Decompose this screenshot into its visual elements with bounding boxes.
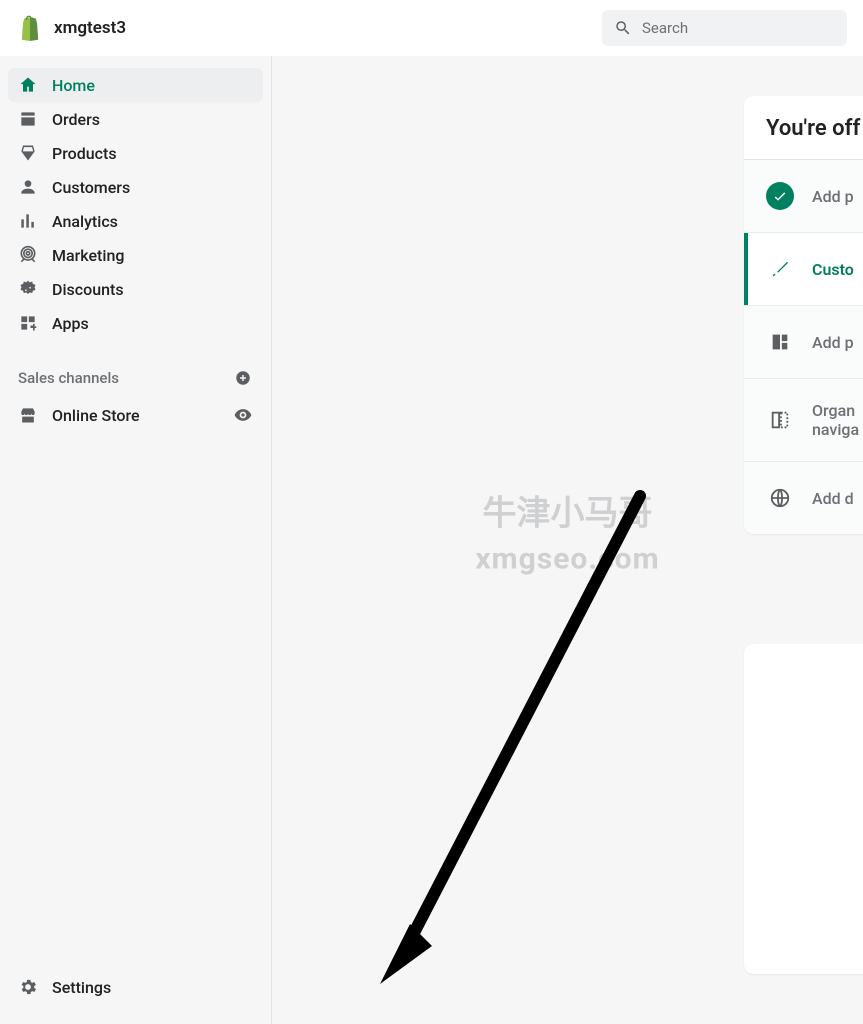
store-name: xmgtest3 xyxy=(54,18,126,38)
search-input[interactable]: Search xyxy=(602,10,847,46)
organize-icon xyxy=(766,406,794,434)
search-icon xyxy=(614,19,632,37)
setup-card-title: You're off xyxy=(744,96,863,160)
globe-icon xyxy=(766,484,794,512)
discounts-icon xyxy=(18,279,38,299)
settings-label: Settings xyxy=(52,978,111,997)
analytics-icon xyxy=(18,211,38,231)
home-icon xyxy=(18,75,38,95)
store-icon xyxy=(18,405,38,425)
sales-channels-label: Sales channels xyxy=(18,369,119,387)
setup-row-label: Custo xyxy=(812,260,854,279)
nav-list: Home Orders Products Customers xyxy=(8,68,263,340)
gear-icon xyxy=(18,977,38,997)
sidebar-item-customers[interactable]: Customers xyxy=(8,170,263,204)
secondary-card xyxy=(744,644,863,974)
setup-row-label: Add d xyxy=(812,489,854,508)
setup-row-label: Add p xyxy=(812,187,854,206)
setup-row-customize[interactable]: Custo xyxy=(744,233,863,306)
setup-row-add-domain[interactable]: Add d xyxy=(744,462,863,534)
shopify-logo-icon xyxy=(16,14,44,42)
setup-row-add-product[interactable]: Add p xyxy=(744,160,863,233)
settings-link[interactable]: Settings xyxy=(8,970,263,1004)
sidebar-item-label: Home xyxy=(52,76,95,95)
sidebar-item-label: Discounts xyxy=(52,280,124,299)
setup-row-label: Organ naviga xyxy=(812,401,859,439)
annotation-arrow-icon xyxy=(362,486,652,996)
search-placeholder-text: Search xyxy=(642,19,688,37)
pages-icon xyxy=(766,328,794,356)
sidebar-item-label: Apps xyxy=(52,314,89,333)
watermark-line1: 牛津小马哥 xyxy=(475,491,659,539)
sidebar-item-apps[interactable]: Apps xyxy=(8,306,263,340)
view-store-button[interactable] xyxy=(233,405,253,425)
add-channel-button[interactable] xyxy=(233,368,253,388)
sidebar-item-discounts[interactable]: Discounts xyxy=(8,272,263,306)
products-icon xyxy=(18,143,38,163)
watermark-line2: xmgseo.com xyxy=(475,538,659,580)
sidebar-item-marketing[interactable]: Marketing xyxy=(8,238,263,272)
main-content: 牛津小马哥 xmgseo.com You're off Add p Custo xyxy=(272,56,863,1024)
sidebar-item-label: Customers xyxy=(52,178,130,197)
sidebar-item-home[interactable]: Home xyxy=(8,68,263,102)
watermark: 牛津小马哥 xmgseo.com xyxy=(475,491,659,581)
brush-icon xyxy=(766,255,794,283)
sales-channels-header: Sales channels xyxy=(8,368,263,388)
topbar: xmgtest3 Search xyxy=(0,0,863,56)
channel-item-online-store[interactable]: Online Store xyxy=(8,398,263,432)
apps-icon xyxy=(18,313,38,333)
sidebar-item-label: Products xyxy=(52,144,117,163)
sidebar: Home Orders Products Customers xyxy=(0,56,272,1024)
sidebar-item-label: Orders xyxy=(52,110,100,129)
check-icon xyxy=(766,182,794,210)
setup-row-add-pages[interactable]: Add p xyxy=(744,306,863,379)
setup-card: You're off Add p Custo Add p xyxy=(744,96,863,534)
sidebar-item-products[interactable]: Products xyxy=(8,136,263,170)
sidebar-item-orders[interactable]: Orders xyxy=(8,102,263,136)
customers-icon xyxy=(18,177,38,197)
sidebar-item-label: Analytics xyxy=(52,212,118,231)
sidebar-item-analytics[interactable]: Analytics xyxy=(8,204,263,238)
sidebar-item-label: Marketing xyxy=(52,246,124,265)
setup-row-organize[interactable]: Organ naviga xyxy=(744,379,863,462)
channel-item-label: Online Store xyxy=(52,406,140,425)
orders-icon xyxy=(18,109,38,129)
marketing-icon xyxy=(18,245,38,265)
setup-row-label: Add p xyxy=(812,333,854,352)
